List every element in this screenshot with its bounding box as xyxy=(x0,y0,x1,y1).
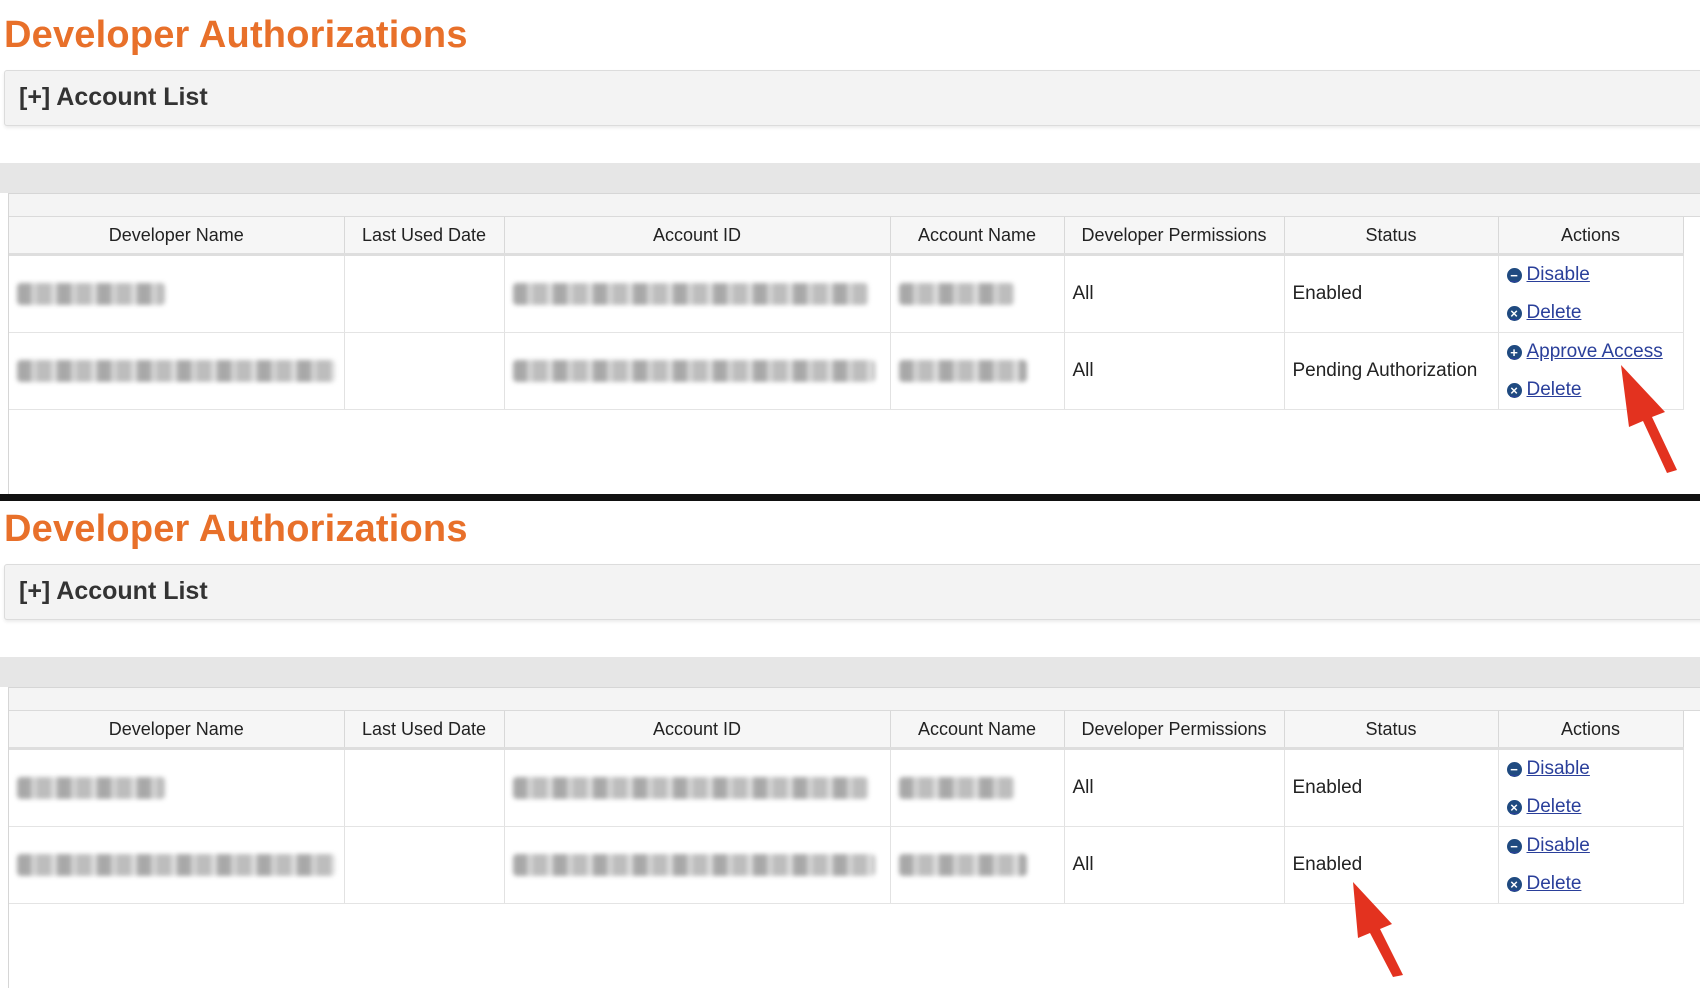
table-row: All Pending Authorization + Approve Acces… xyxy=(9,332,1684,410)
delete-link-label[interactable]: Delete xyxy=(1527,379,1582,401)
col-actions: Actions xyxy=(1498,217,1684,256)
permissions-cell: All xyxy=(1064,254,1285,333)
account-list-toggle[interactable]: [+] Account List xyxy=(19,577,208,606)
col-status[interactable]: Status xyxy=(1284,711,1499,750)
account-id-cell xyxy=(504,332,891,410)
redacted-developer-name xyxy=(17,853,335,876)
developer-name-cell xyxy=(9,748,345,827)
redacted-account-name xyxy=(898,776,1014,799)
col-last-used-date[interactable]: Last Used Date xyxy=(344,217,505,256)
redacted-account-name xyxy=(898,359,1027,382)
minus-circle-icon: − xyxy=(1506,761,1522,777)
page-title: Developer Authorizations xyxy=(4,508,468,550)
account-list-bar[interactable]: [+] Account List xyxy=(4,70,1700,126)
delete-link[interactable]: × Delete xyxy=(1506,294,1675,332)
x-circle-icon: × xyxy=(1506,799,1522,815)
minus-circle-icon: − xyxy=(1506,267,1522,283)
col-actions: Actions xyxy=(1498,711,1684,750)
disable-link-label[interactable]: Disable xyxy=(1527,835,1590,857)
table-row: All Enabled − Disable × Delete xyxy=(9,254,1684,333)
actions-cell: − Disable × Delete xyxy=(1498,826,1684,904)
permissions-cell: All xyxy=(1064,826,1285,904)
col-last-used-date[interactable]: Last Used Date xyxy=(344,711,505,750)
actions-cell: − Disable × Delete xyxy=(1498,748,1684,827)
top-panel: Developer Authorizations [+] Account Lis… xyxy=(0,0,1700,494)
developer-name-cell xyxy=(9,826,345,904)
authorizations-table-container: Developer Name Last Used Date Account ID… xyxy=(8,687,1700,988)
delete-link-label[interactable]: Delete xyxy=(1527,873,1582,895)
redacted-account-id xyxy=(512,853,875,876)
table-toolbar-strip xyxy=(9,194,1700,217)
disable-link[interactable]: − Disable xyxy=(1506,750,1675,788)
col-developer-name[interactable]: Developer Name xyxy=(9,711,345,750)
annotation-arrow-icon xyxy=(1621,365,1677,473)
table-header-row: Developer Name Last Used Date Account ID… xyxy=(9,711,1684,750)
section-band xyxy=(0,657,1700,687)
account-id-cell xyxy=(504,254,891,333)
disable-link[interactable]: − Disable xyxy=(1506,827,1675,865)
redacted-account-name xyxy=(898,282,1014,305)
redacted-account-name xyxy=(898,853,1027,876)
delete-link-label[interactable]: Delete xyxy=(1527,796,1582,818)
account-id-cell xyxy=(504,748,891,827)
plus-circle-icon: + xyxy=(1506,344,1522,360)
col-account-name[interactable]: Account Name xyxy=(890,711,1065,750)
table-header-row: Developer Name Last Used Date Account ID… xyxy=(9,217,1684,256)
account-id-cell xyxy=(504,826,891,904)
disable-link[interactable]: − Disable xyxy=(1506,256,1675,294)
authorizations-table-container: Developer Name Last Used Date Account ID… xyxy=(8,193,1700,494)
last-used-date-cell xyxy=(344,826,505,904)
status-cell: Enabled xyxy=(1284,748,1499,827)
permissions-cell: All xyxy=(1064,748,1285,827)
table-row: All Enabled − Disable × Delete xyxy=(9,826,1684,904)
last-used-date-cell xyxy=(344,254,505,333)
status-cell: Enabled xyxy=(1284,254,1499,333)
panel-divider xyxy=(0,494,1700,501)
redacted-developer-name xyxy=(17,776,165,799)
developer-name-cell xyxy=(9,332,345,410)
delete-link[interactable]: × Delete xyxy=(1506,788,1675,826)
delete-link[interactable]: × Delete xyxy=(1506,865,1675,903)
disable-link-label[interactable]: Disable xyxy=(1527,758,1590,780)
col-account-name[interactable]: Account Name xyxy=(890,217,1065,256)
authorizations-table: Developer Name Last Used Date Account ID… xyxy=(9,217,1684,410)
last-used-date-cell xyxy=(344,332,505,410)
page-title: Developer Authorizations xyxy=(4,14,468,56)
account-name-cell xyxy=(890,332,1065,410)
col-developer-name[interactable]: Developer Name xyxy=(9,217,345,256)
col-status[interactable]: Status xyxy=(1284,217,1499,256)
minus-circle-icon: − xyxy=(1506,838,1522,854)
redacted-account-id xyxy=(512,359,875,382)
col-developer-permissions[interactable]: Developer Permissions xyxy=(1064,217,1285,256)
col-account-id[interactable]: Account ID xyxy=(504,217,891,256)
redacted-account-id xyxy=(512,776,868,799)
bottom-panel: Developer Authorizations [+] Account Lis… xyxy=(0,494,1700,988)
actions-cell: − Disable × Delete xyxy=(1498,254,1684,333)
x-circle-icon: × xyxy=(1506,305,1522,321)
delete-link-label[interactable]: Delete xyxy=(1527,302,1582,324)
status-cell: Pending Authorization xyxy=(1284,332,1499,410)
developer-name-cell xyxy=(9,254,345,333)
redacted-account-id xyxy=(512,282,868,305)
account-name-cell xyxy=(890,826,1065,904)
x-circle-icon: × xyxy=(1506,382,1522,398)
table-row: All Enabled − Disable × Delete xyxy=(9,748,1684,827)
last-used-date-cell xyxy=(344,748,505,827)
permissions-cell: All xyxy=(1064,332,1285,410)
account-name-cell xyxy=(890,748,1065,827)
col-developer-permissions[interactable]: Developer Permissions xyxy=(1064,711,1285,750)
account-name-cell xyxy=(890,254,1065,333)
redacted-developer-name xyxy=(17,359,335,382)
section-band xyxy=(0,163,1700,193)
account-list-bar[interactable]: [+] Account List xyxy=(4,564,1700,620)
x-circle-icon: × xyxy=(1506,876,1522,892)
table-toolbar-strip xyxy=(9,688,1700,711)
account-list-toggle[interactable]: [+] Account List xyxy=(19,83,208,112)
redacted-developer-name xyxy=(17,282,165,305)
authorizations-table: Developer Name Last Used Date Account ID… xyxy=(9,711,1684,904)
annotation-arrow-icon xyxy=(1353,882,1403,977)
disable-link-label[interactable]: Disable xyxy=(1527,264,1590,286)
col-account-id[interactable]: Account ID xyxy=(504,711,891,750)
